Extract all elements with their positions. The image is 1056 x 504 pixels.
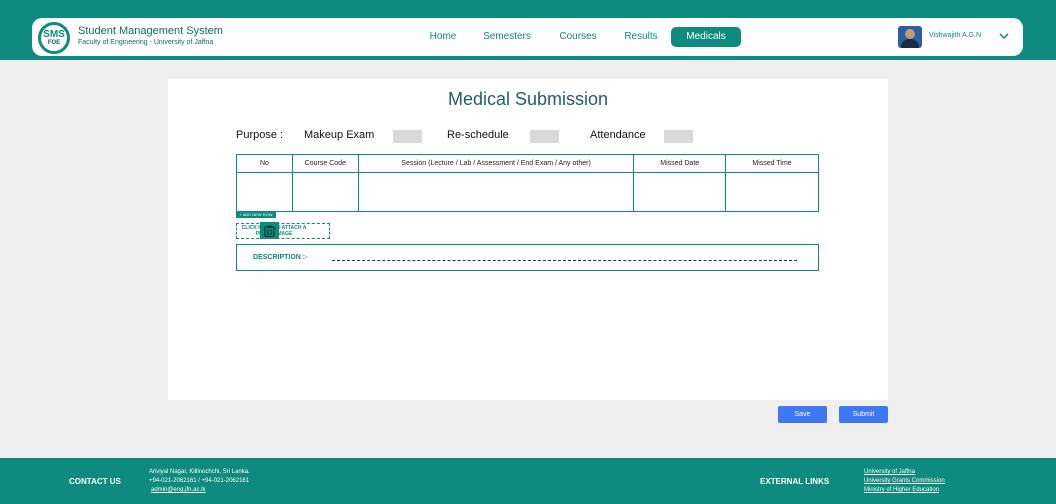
table-row [236, 172, 819, 212]
submit-button[interactable]: Submit [839, 406, 888, 423]
avatar-head [905, 29, 915, 39]
brand-subtitle: Faculty of Engineering - University of J… [78, 39, 214, 46]
save-button[interactable]: Save [778, 406, 827, 423]
attach-file-button[interactable]: CLICK HERE TO ATTACH A PDF OR IMAGE [236, 223, 330, 239]
purpose-option-reschedule: Re-schedule [447, 129, 509, 141]
cell-no[interactable] [236, 172, 293, 212]
avatar-body [901, 39, 919, 48]
footer: CONTACT US Ariviyal Nagar, Killinochchi,… [0, 458, 1056, 504]
cell-course-code[interactable] [291, 172, 359, 212]
add-new-row-button[interactable]: + ADD NEW ROW [236, 211, 276, 218]
cell-session[interactable] [357, 172, 635, 212]
attach-file-label: CLICK HERE TO ATTACH A PDF OR IMAGE [241, 225, 307, 237]
column-header-missed-date: Missed Date [633, 154, 727, 173]
description-input-line[interactable] [332, 260, 797, 261]
clipboard-icon[interactable] [260, 222, 279, 239]
makeup-exam-checkbox[interactable] [393, 130, 422, 143]
contact-us-title: CONTACT US [69, 477, 121, 486]
cell-missed-time[interactable] [725, 172, 819, 212]
footer-address: Ariviyal Nagar, Killinochchi, Sri Lanka. [149, 469, 250, 475]
purpose-option-attendance: Attendance [590, 129, 646, 141]
user-avatar[interactable] [898, 26, 922, 48]
table-header-row: No Course Code Session (Lecture / Lab / … [236, 154, 819, 173]
link-ministry-higher-education[interactable]: Ministry of Higher Education [864, 487, 939, 493]
medical-form-card: Medical Submission Purpose : Makeup Exam… [168, 79, 888, 400]
nav-home[interactable]: Home [420, 27, 466, 47]
logo-text-sms: SMS [43, 29, 65, 40]
link-university-of-jaffna[interactable]: University of Jaffna [864, 469, 915, 475]
chevron-down-icon[interactable] [998, 30, 1010, 42]
attendance-checkbox[interactable] [664, 130, 693, 143]
nav-courses[interactable]: Courses [550, 27, 606, 47]
reschedule-checkbox[interactable] [530, 130, 559, 143]
navbar: SMS FOE Student Management System Facult… [32, 18, 1023, 56]
external-links-title: EXTERNAL LINKS [760, 477, 830, 486]
nav-semesters[interactable]: Semesters [475, 27, 539, 47]
nav-results[interactable]: Results [616, 27, 666, 47]
brand-title: Student Management System [78, 25, 223, 37]
description-label: DESCRIPTION :- [253, 254, 308, 261]
link-ugc[interactable]: University Grants Commission [864, 478, 945, 484]
footer-phone: +94-021-2062161 / +94-021-2062161 [149, 478, 250, 484]
purpose-option-makeup: Makeup Exam [304, 129, 375, 141]
sms-logo[interactable]: SMS FOE [38, 22, 70, 54]
column-header-no: No [236, 154, 293, 173]
cell-missed-date[interactable] [633, 172, 727, 212]
missed-courses-table: No Course Code Session (Lecture / Lab / … [236, 154, 819, 212]
column-header-session: Session (Lecture / Lab / Assessment / En… [357, 154, 635, 173]
description-box[interactable]: DESCRIPTION :- [236, 244, 819, 271]
logo-text-foe: FOE [47, 40, 61, 46]
purpose-label: Purpose : [236, 129, 284, 141]
page-title: Medical Submission [447, 89, 609, 109]
footer-email[interactable]: admin@eng.jfn.ac.lk [151, 487, 205, 493]
nav-medicals[interactable]: Medicals [671, 27, 741, 47]
logo-badge: SMS FOE [40, 24, 68, 52]
column-header-course-code: Course Code [291, 154, 359, 173]
user-name[interactable]: Vishwajith A.G.N [929, 32, 981, 39]
column-header-missed-time: Missed Time [725, 154, 819, 173]
